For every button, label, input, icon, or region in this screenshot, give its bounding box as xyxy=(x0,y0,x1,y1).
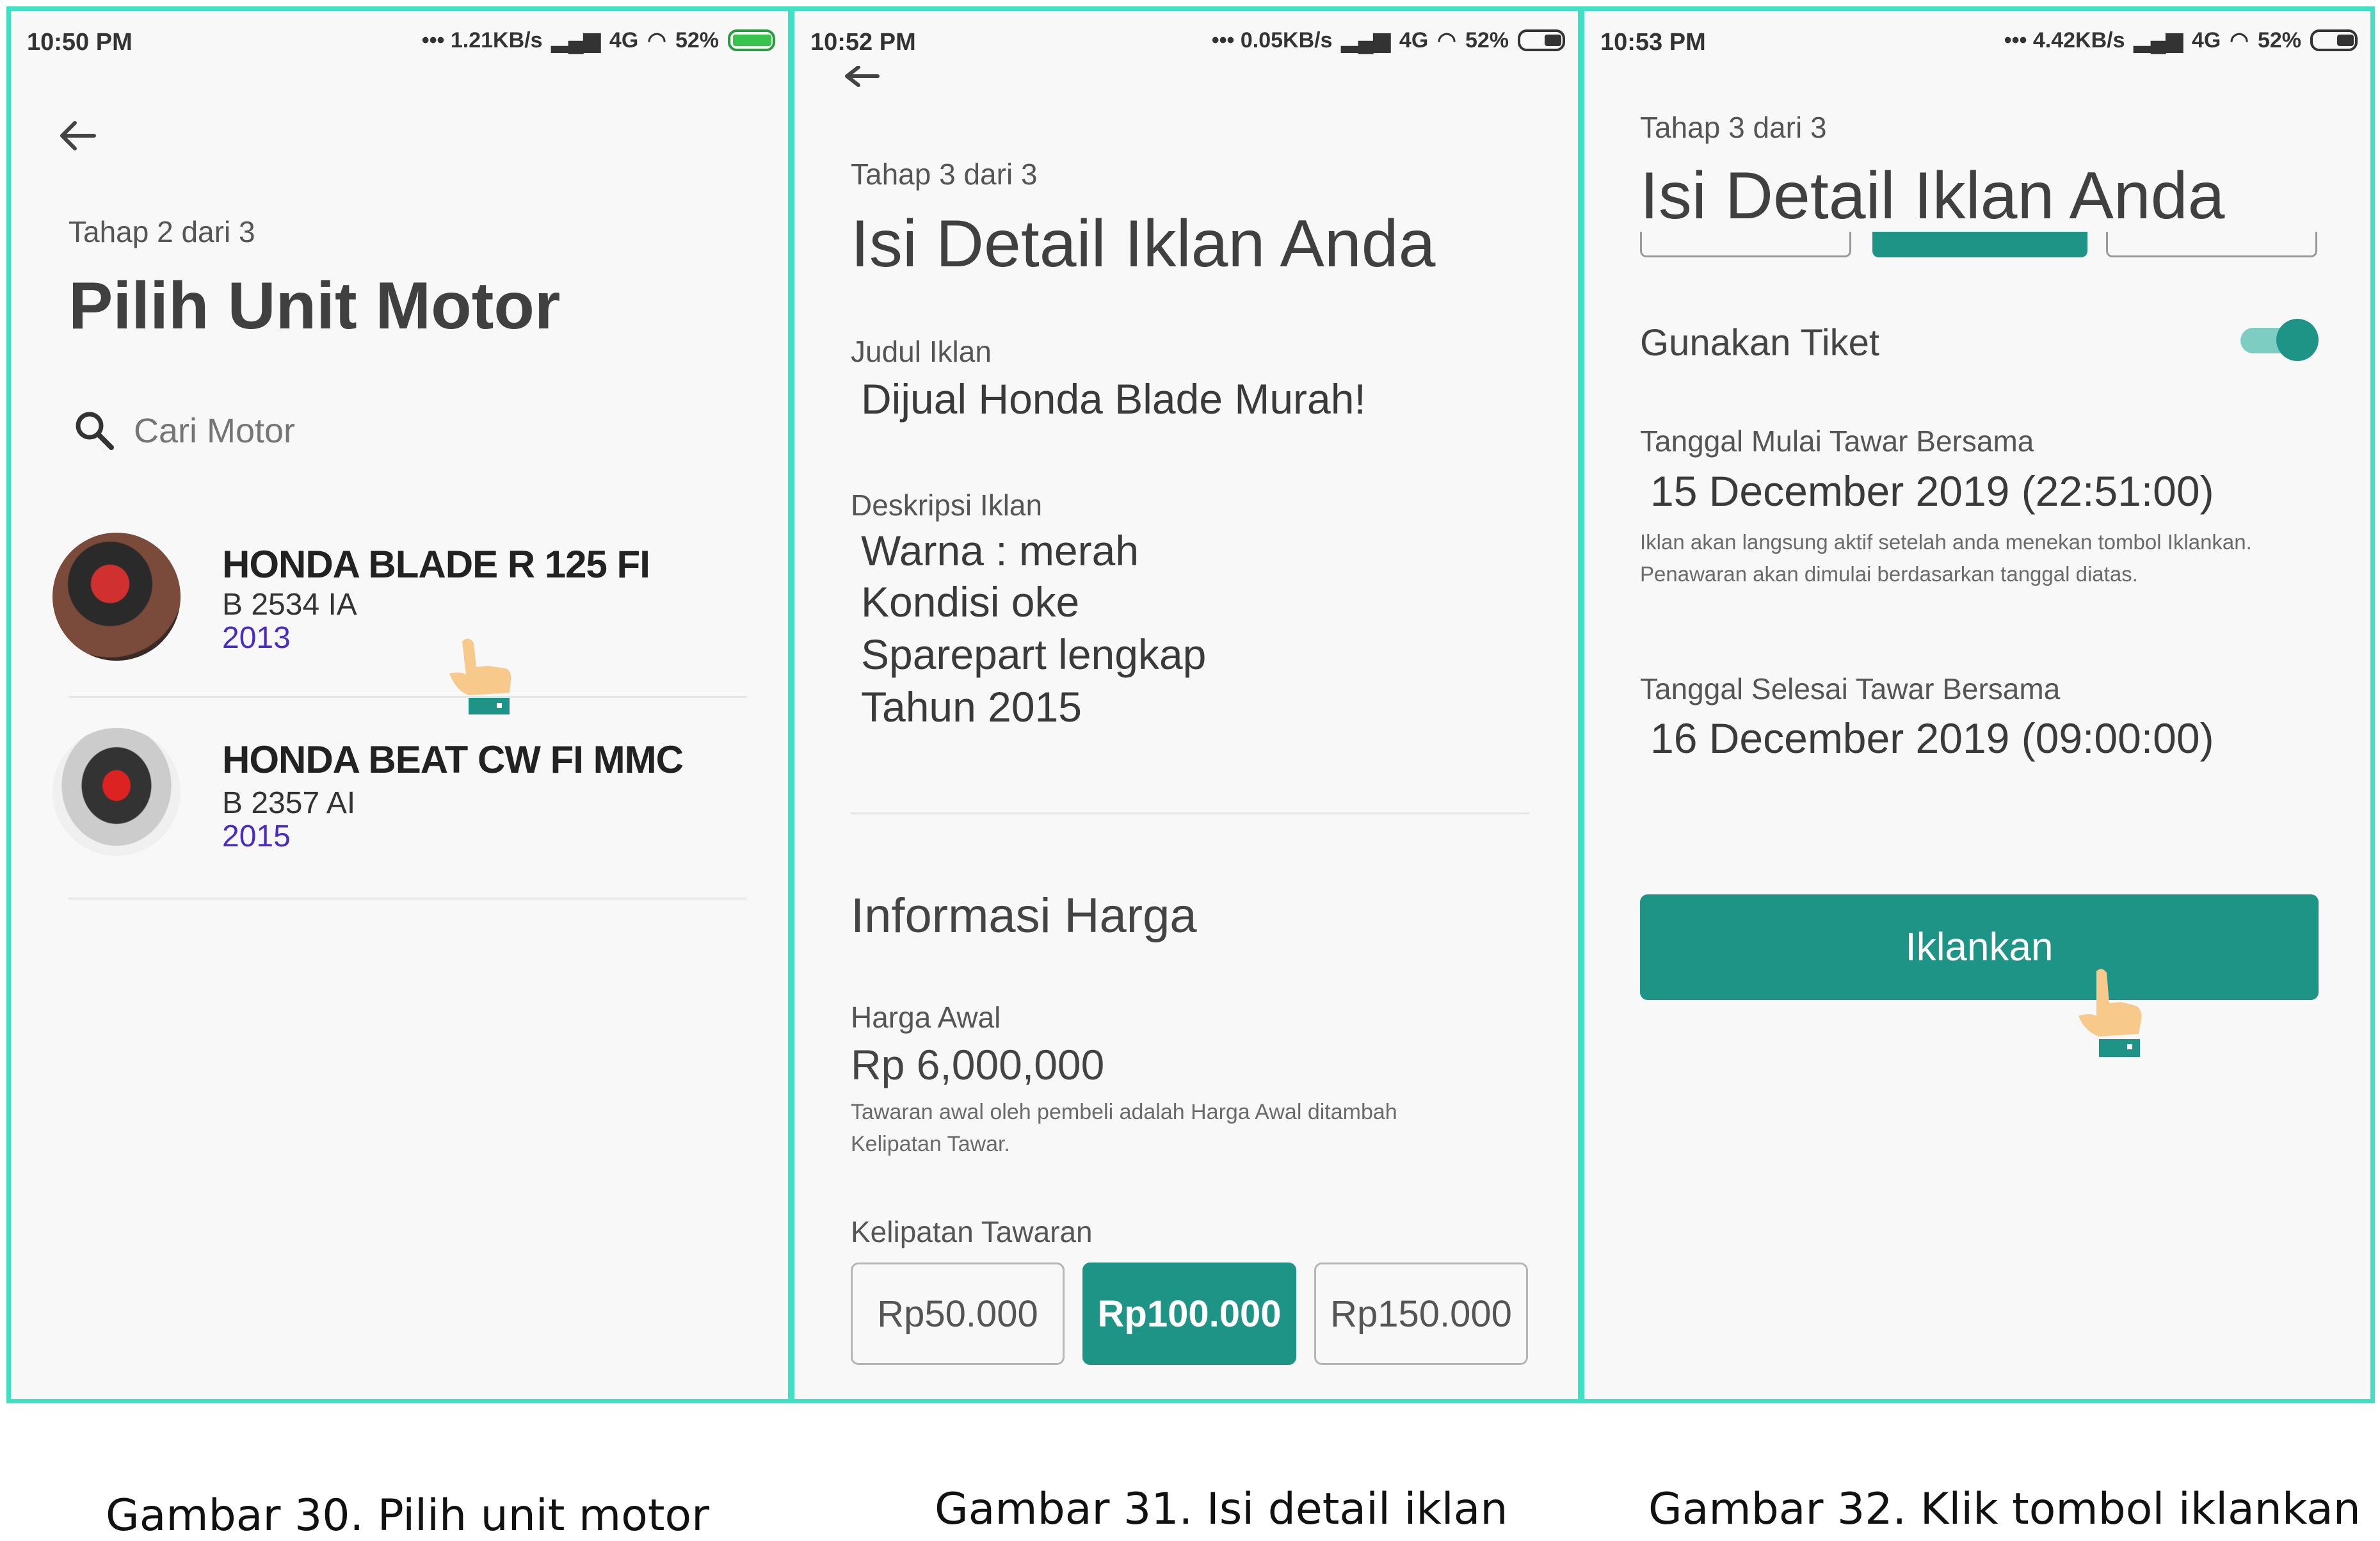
kelipatan-option-50000[interactable] xyxy=(1640,232,1851,257)
search-icon xyxy=(76,412,114,450)
iklankan-button[interactable]: Iklankan xyxy=(1640,894,2319,1000)
wifi-icon: ◠ xyxy=(647,28,666,52)
network-speed: ••• 4.42KB/s xyxy=(2004,28,2125,52)
battery-icon xyxy=(1518,29,1565,51)
arrow-left-icon[interactable] xyxy=(56,117,101,155)
judul-value[interactable]: Dijual Honda Blade Murah! xyxy=(861,375,1366,423)
battery-percent: 52% xyxy=(675,28,719,52)
harga-label: Harga Awal xyxy=(851,1001,1001,1034)
status-bar: 10:52 PM ••• 0.05KB/s ▂▄▆ 4G ◠ 52% xyxy=(794,11,1578,69)
toggle-knob xyxy=(2276,319,2319,361)
status-bar: 10:53 PM ••• 4.42KB/s ▂▄▆ 4G ◠ 52% xyxy=(1584,11,2370,69)
page-title: Pilih Unit Motor xyxy=(68,269,561,343)
network-speed: ••• 1.21KB/s xyxy=(421,28,543,52)
motor-plate: B 2534 IA xyxy=(222,588,357,622)
caption-gambar-31: Gambar 31. Isi detail iklan xyxy=(935,1484,1508,1535)
network-type: 4G xyxy=(609,28,639,52)
signal-icon: ▂▄▆ xyxy=(1341,28,1390,52)
status-time: 10:53 PM xyxy=(1600,29,1706,56)
pointing-hand-icon xyxy=(449,638,511,714)
harga-note: Tawaran awal oleh pembeli adalah Harga A… xyxy=(851,1100,1397,1156)
harga-value[interactable]: Rp 6,000,000 xyxy=(851,1040,1104,1089)
list-divider xyxy=(68,696,747,698)
battery-charging-icon xyxy=(728,29,775,51)
deskripsi-label: Deskripsi Iklan xyxy=(851,488,1043,522)
status-time: 10:52 PM xyxy=(810,29,916,56)
motor-thumbnail xyxy=(52,533,181,661)
start-date-note: Iklan akan langsung aktif setelah anda m… xyxy=(1640,530,2252,586)
section-title: Informasi Harga xyxy=(851,889,1197,943)
deskripsi-line: Kondisi oke xyxy=(861,578,1080,625)
caption-gambar-32: Gambar 32. Klik tombol iklankan xyxy=(1648,1484,2361,1535)
wifi-icon: ◠ xyxy=(1437,28,1456,52)
screenshot-isi-detail-iklan: 10:52 PM ••• 0.05KB/s ▂▄▆ 4G ◠ 52% Tahap… xyxy=(790,6,1582,1403)
kelipatan-option-50000[interactable]: Rp50.000 xyxy=(851,1263,1065,1365)
kelipatan-option-100000[interactable] xyxy=(1872,232,2087,257)
end-date-value[interactable]: 16 December 2019 (09:00:00) xyxy=(1650,714,2214,762)
pointing-hand-icon xyxy=(2078,969,2142,1057)
signal-icon: ▂▄▆ xyxy=(551,28,600,52)
wifi-icon: ◠ xyxy=(2230,28,2249,52)
status-indicators: ••• 4.42KB/s ▂▄▆ 4G ◠ 52% xyxy=(2004,28,2358,53)
section-divider xyxy=(851,812,1529,814)
motor-thumbnail xyxy=(52,728,181,856)
start-date-label: Tanggal Mulai Tawar Bersama xyxy=(1640,424,2034,458)
list-divider xyxy=(68,898,747,900)
battery-icon xyxy=(2310,29,2358,51)
status-bar: 10:50 PM ••• 1.21KB/s ▂▄▆ 4G ◠ 52% xyxy=(11,11,788,69)
screenshot-klik-iklankan: 10:53 PM ••• 4.42KB/s ▂▄▆ 4G ◠ 52% Tahap… xyxy=(1580,6,2375,1403)
start-date-value[interactable]: 15 December 2019 (22:51:00) xyxy=(1650,467,2214,515)
list-item[interactable]: HONDA BEAT CW FI MMC B 2357 AI 2015 xyxy=(46,722,757,888)
deskripsi-line: Sparepart lengkap xyxy=(861,631,1207,678)
deskripsi-line: Tahun 2015 xyxy=(861,683,1082,730)
ticket-toggle[interactable] xyxy=(2240,317,2319,362)
motor-year: 2015 xyxy=(222,819,291,853)
status-time: 10:50 PM xyxy=(27,29,133,56)
page-title: Isi Detail Iklan Anda xyxy=(851,207,1436,281)
kelipatan-option-150000[interactable] xyxy=(2106,232,2317,257)
page-title: Isi Detail Iklan Anda xyxy=(1640,159,2225,233)
signal-icon: ▂▄▆ xyxy=(2134,28,2183,52)
deskripsi-line: Warna : merah xyxy=(861,527,1139,574)
search-bar[interactable] xyxy=(68,395,741,465)
motor-plate: B 2357 AI xyxy=(222,786,356,820)
network-speed: ••• 0.05KB/s xyxy=(1211,28,1333,52)
motor-name: HONDA BEAT CW FI MMC xyxy=(222,738,684,781)
caption-gambar-30: Gambar 30. Pilih unit motor xyxy=(106,1490,710,1541)
battery-percent: 52% xyxy=(2257,28,2301,52)
step-indicator: Tahap 2 dari 3 xyxy=(68,215,255,248)
motor-name: HONDA BLADE R 125 FI xyxy=(222,543,650,586)
network-type: 4G xyxy=(1399,28,1429,52)
ticket-label: Gunakan Tiket xyxy=(1640,322,1879,364)
status-indicators: ••• 1.21KB/s ▂▄▆ 4G ◠ 52% xyxy=(422,28,775,53)
kelipatan-option-150000[interactable]: Rp150.000 xyxy=(1314,1263,1528,1365)
list-item[interactable]: HONDA BLADE R 125 FI B 2534 IA 2013 xyxy=(46,523,757,714)
status-indicators: ••• 0.05KB/s ▂▄▆ 4G ◠ 52% xyxy=(1212,28,1565,53)
battery-percent: 52% xyxy=(1465,28,1509,52)
step-indicator: Tahap 3 dari 3 xyxy=(851,157,1038,191)
screenshot-pilih-unit-motor: 10:50 PM ••• 1.21KB/s ▂▄▆ 4G ◠ 52% Tahap… xyxy=(6,6,792,1403)
step-indicator: Tahap 3 dari 3 xyxy=(1640,111,1827,144)
network-type: 4G xyxy=(2191,28,2221,52)
judul-label: Judul Iklan xyxy=(851,335,992,368)
arrow-left-icon[interactable] xyxy=(839,66,884,92)
kelipatan-option-100000[interactable]: Rp100.000 xyxy=(1082,1263,1296,1365)
end-date-label: Tanggal Selesai Tawar Bersama xyxy=(1640,672,2061,706)
search-input[interactable] xyxy=(133,408,711,454)
motor-year: 2013 xyxy=(222,621,291,655)
kelipatan-label: Kelipatan Tawaran xyxy=(851,1215,1093,1248)
